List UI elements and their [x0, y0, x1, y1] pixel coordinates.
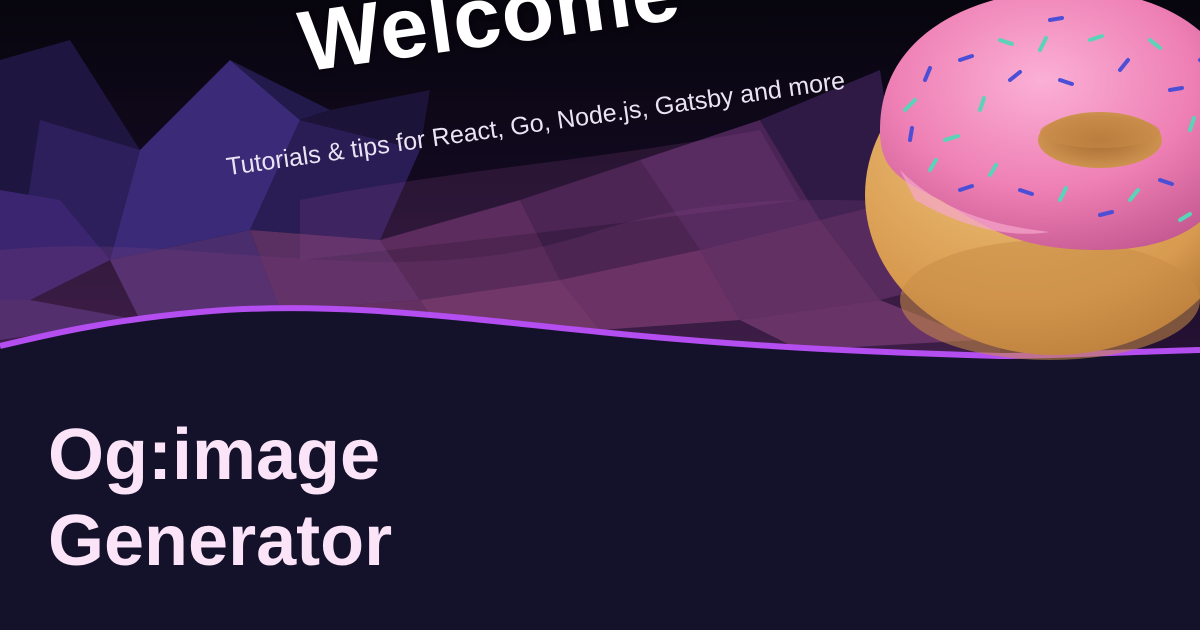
page-title-line-2: Generator: [48, 501, 393, 581]
og-image-card: Welcome Tutorials & tips for React, Go, …: [0, 0, 1200, 630]
page-title: Og:image Generator: [48, 412, 392, 584]
page-title-line-1: Og:image: [48, 415, 381, 495]
preview-heading: Welcome: [293, 0, 686, 91]
